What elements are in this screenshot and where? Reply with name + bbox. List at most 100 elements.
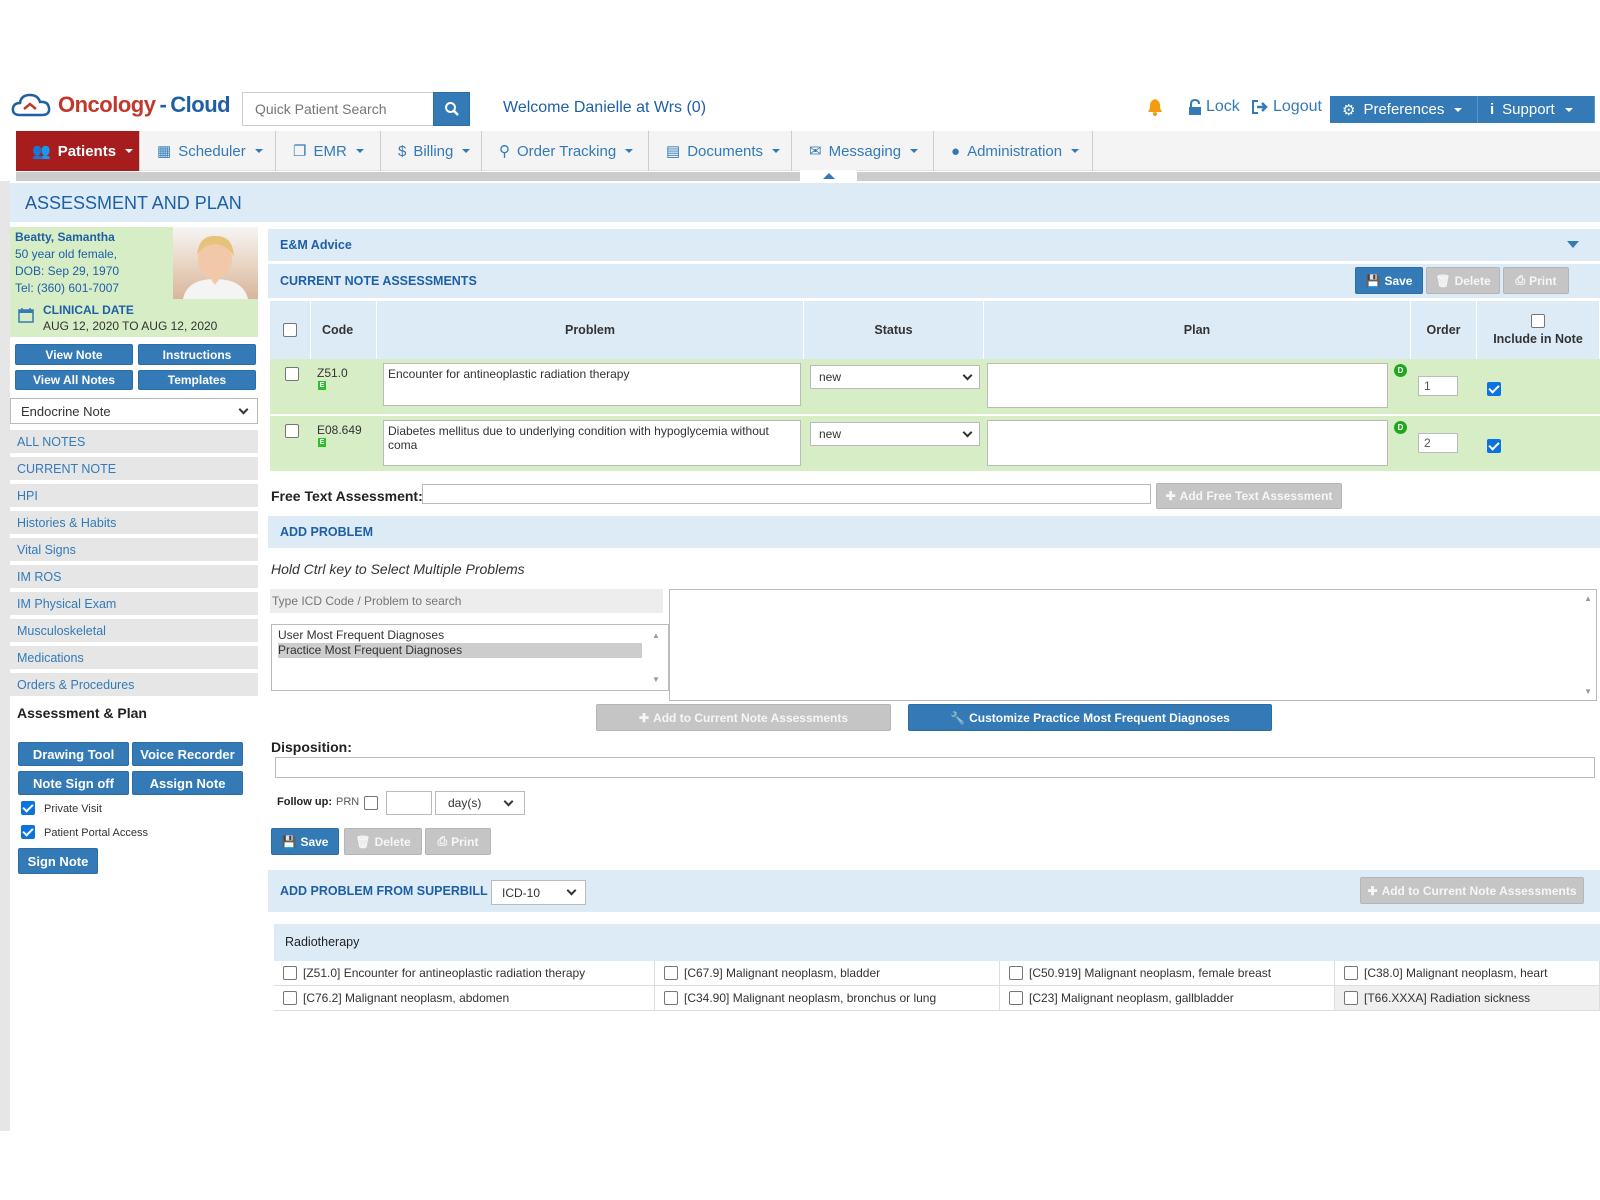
plan-textarea[interactable] [987,420,1388,466]
plan-d-badge[interactable]: D [1394,421,1407,434]
prn-checkbox[interactable] [364,796,378,810]
scroll-down-icon[interactable]: ▼ [1584,687,1592,696]
superbill-item-checkbox[interactable] [664,966,678,980]
superbill-item[interactable]: [C67.9] Malignant neoplasm, bladder [655,961,1000,986]
collapse-arrow-icon[interactable] [823,173,835,179]
superbill-add-button[interactable]: ✚ Add to Current Note Assessments [1360,877,1584,904]
templates-button[interactable]: Templates [138,370,256,390]
superbill-item-checkbox[interactable] [1344,966,1358,980]
superbill-item-checkbox[interactable] [1009,966,1023,980]
superbill-item[interactable]: [C34.90] Malignant neoplasm, bronchus or… [655,986,1000,1011]
view-all-notes-button[interactable]: View All Notes [15,370,133,390]
assign-note-button[interactable]: Assign Note [132,771,243,795]
em-advice-header[interactable]: E&M Advice [268,229,1600,261]
instructions-button[interactable]: Instructions [138,344,256,365]
sidebar-item-histories-habits[interactable]: Histories & Habits [10,511,258,536]
nav-administration[interactable]: ● Administration [934,131,1093,171]
list-item[interactable]: User Most Frequent Diagnoses [278,628,444,642]
sidebar-item-im-ros[interactable]: IM ROS [10,565,258,590]
triangle-down-icon[interactable] [1567,241,1579,248]
lock-link[interactable]: Lock [1188,98,1240,116]
scroll-down-icon[interactable]: ▼ [652,675,660,684]
superbill-item[interactable]: [Z51.0] Encounter for antineoplastic rad… [274,961,655,986]
sidebar-item-hpi[interactable]: HPI [10,484,258,509]
problem-textarea[interactable]: Encounter for antineoplastic radiation t… [383,363,801,406]
icd-search-input[interactable] [270,589,663,613]
list-item-selected[interactable]: Practice Most Frequent Diagnoses [278,643,642,658]
nav-messaging[interactable]: ✉ Messaging [792,131,934,171]
plan-d-badge[interactable]: D [1394,364,1407,377]
superbill-item[interactable]: [C23] Malignant neoplasm, gallbladder [1000,986,1335,1011]
sidebar-item-assessment-plan[interactable]: Assessment & Plan [10,700,258,727]
superbill-item-checkbox[interactable] [283,966,297,980]
superbill-item-checkbox[interactable] [1344,991,1358,1005]
notification-bell-icon[interactable] [1145,97,1165,120]
drawing-tool-button[interactable]: Drawing Tool [18,742,129,766]
search-button[interactable] [433,92,470,126]
status-select[interactable]: new [810,365,980,389]
private-visit-checkbox[interactable] [21,801,35,815]
free-text-input[interactable] [422,484,1151,504]
plan-textarea[interactable] [987,363,1388,408]
sign-note-button[interactable]: Sign Note [18,848,98,874]
superbill-item[interactable]: [C50.919] Malignant neoplasm, female bre… [1000,961,1335,986]
status-select[interactable]: new [810,422,980,446]
note-sign-off-button[interactable]: Note Sign off [18,771,129,795]
assessments-delete-button[interactable]: 🗑 Delete [1426,267,1500,294]
order-input[interactable]: 2 [1418,433,1458,453]
patient-name[interactable]: Beatty, Samantha [15,230,115,244]
diagnoses-results-box[interactable]: ▲ ▼ [669,589,1597,701]
superbill-item-checkbox[interactable] [1009,991,1023,1005]
disposition-save-button[interactable]: 💾 Save [271,828,339,855]
assessments-print-button[interactable]: ⎙ Print [1503,267,1569,294]
superbill-item[interactable]: [T66.XXXA] Radiation sickness [1335,986,1600,1011]
patient-portal-checkbox[interactable] [21,825,35,839]
row-select-checkbox[interactable] [285,424,299,438]
sidebar-item-all-notes[interactable]: ALL NOTES [10,430,258,455]
disposition-delete-button[interactable]: 🗑 Delete [344,828,422,855]
nav-billing[interactable]: $ Billing [381,131,482,171]
superbill-item-checkbox[interactable] [283,991,297,1005]
nav-patients[interactable]: 👥 Patients [16,131,140,171]
welcome-message[interactable]: Welcome Danielle at Wrs (0) [503,99,706,117]
superbill-item[interactable]: [C76.2] Malignant neoplasm, abdomen [274,986,655,1011]
order-input[interactable]: 1 [1418,376,1458,396]
assessments-save-button[interactable]: 💾 Save [1355,267,1423,294]
followup-number-input[interactable] [386,791,432,815]
frequent-diagnoses-list[interactable]: User Most Frequent Diagnoses Practice Mo… [271,624,669,691]
sidebar-item-im-physical-exam[interactable]: IM Physical Exam [10,592,258,617]
sidebar-item-orders-procedures[interactable]: Orders & Procedures [10,673,258,698]
add-to-current-assessments-button[interactable]: ✚ Add to Current Note Assessments [596,704,891,731]
nav-emr[interactable]: ❐ EMR [276,131,381,171]
include-in-note-checkbox[interactable] [1487,382,1501,396]
nav-order-tracking[interactable]: ⚲ Order Tracking [482,131,649,171]
voice-recorder-button[interactable]: Voice Recorder [132,742,243,766]
sidebar-item-medications[interactable]: Medications [10,646,258,671]
scroll-up-icon[interactable]: ▲ [1584,594,1592,603]
nav-scheduler[interactable]: ▦ Scheduler [140,131,276,171]
quick-patient-search-input[interactable] [242,92,434,126]
support-button[interactable]: i Support [1478,96,1595,123]
followup-unit-select[interactable]: day(s) [435,791,525,815]
sidebar-item-musculoskeletal[interactable]: Musculoskeletal [10,619,258,644]
sidebar-item-current-note[interactable]: CURRENT NOTE [10,457,258,482]
include-all-checkbox[interactable] [1531,314,1545,328]
code-set-select[interactable]: ICD-10 [491,880,586,905]
sidebar-item-vital-signs[interactable]: Vital Signs [10,538,258,563]
select-all-checkbox[interactable] [283,323,297,337]
logout-link[interactable]: Logout [1251,98,1322,116]
row-select-checkbox[interactable] [285,367,299,381]
app-logo[interactable]: Oncology - Cloud [10,91,231,119]
disposition-textarea[interactable] [275,757,1595,778]
customize-frequent-diagnoses-button[interactable]: 🔧 Customize Practice Most Frequent Diagno… [908,704,1272,731]
add-free-text-button[interactable]: ✚ Add Free Text Assessment [1156,483,1342,509]
problem-textarea[interactable]: Diabetes mellitus due to underlying cond… [383,420,801,466]
superbill-item[interactable]: [C38.0] Malignant neoplasm, heart [1335,961,1600,986]
disposition-print-button[interactable]: ⎙ Print [425,828,491,855]
scroll-up-icon[interactable]: ▲ [652,631,660,640]
nav-documents[interactable]: ▤ Documents [649,131,792,171]
view-note-button[interactable]: View Note [15,344,133,365]
superbill-item-checkbox[interactable] [664,991,678,1005]
note-type-select[interactable]: Endocrine Note [10,398,258,424]
include-in-note-checkbox[interactable] [1487,439,1501,453]
